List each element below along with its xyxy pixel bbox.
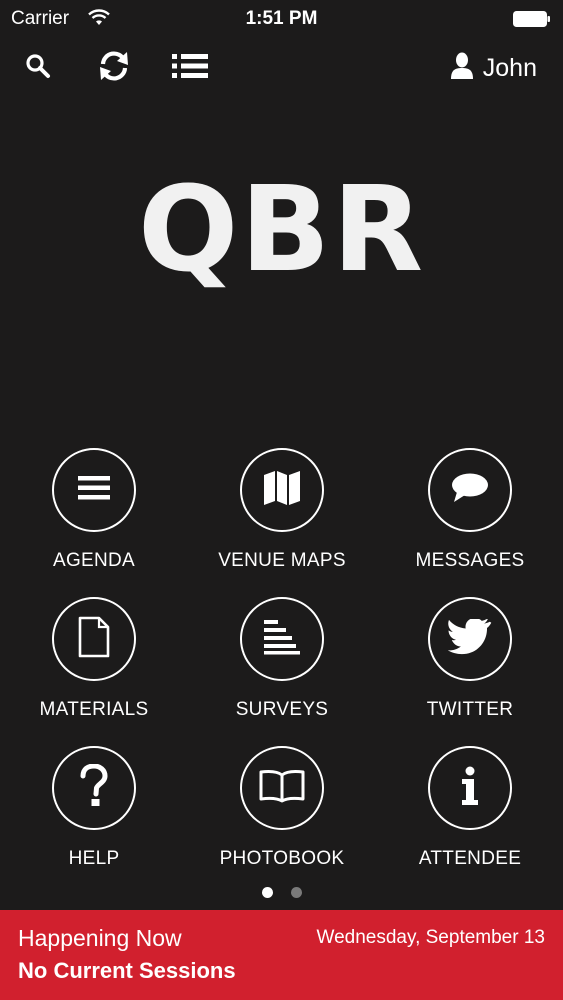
user-name: John (482, 53, 537, 82)
document-icon (78, 616, 110, 663)
search-button[interactable] (18, 50, 58, 86)
page-dot-1[interactable] (261, 887, 273, 898)
tile-venue-maps[interactable]: VENUE MAPS (188, 448, 376, 588)
tile-label: TWITTER (426, 699, 514, 720)
surveys-circle (240, 597, 324, 681)
map-icon (263, 470, 301, 511)
page-indicator[interactable] (0, 887, 563, 898)
tile-label: MATERIALS (39, 699, 149, 720)
tile-attendee[interactable]: ATTENDEE (376, 746, 563, 886)
venue-maps-circle (240, 448, 324, 532)
tile-label: ATTENDEE (418, 848, 522, 869)
tile-label: VENUE MAPS (218, 550, 346, 571)
tile-photobook[interactable]: PHOTOBOOK (188, 746, 376, 886)
question-icon (79, 762, 109, 813)
menu-list-button[interactable] (170, 50, 210, 86)
materials-circle (52, 597, 136, 681)
top-toolbar: John (0, 44, 563, 92)
tile-agenda[interactable]: AGENDA (0, 448, 188, 588)
clock: 1:51 PM (245, 8, 318, 29)
messages-circle (428, 448, 512, 532)
tile-surveys[interactable]: SURVEYS (188, 597, 376, 737)
search-icon (24, 52, 52, 85)
info-person-icon (459, 766, 481, 811)
refresh-button[interactable] (94, 50, 134, 86)
banner-date: Wednesday, September 13 (316, 927, 546, 948)
tile-label: MESSAGES (415, 550, 525, 571)
twitter-circle (428, 597, 512, 681)
book-icon (259, 769, 305, 808)
tile-label: AGENDA (52, 550, 136, 571)
happening-now-banner[interactable]: Happening Now Wednesday, September 13 No… (0, 910, 563, 1000)
happening-now-heading: Happening Now (18, 925, 182, 951)
user-profile-button[interactable]: John (450, 52, 537, 85)
tile-label: PHOTOBOOK (219, 848, 345, 869)
tile-label: HELP (68, 848, 120, 869)
tile-messages[interactable]: MESSAGES (376, 448, 563, 588)
refresh-icon (96, 50, 132, 87)
attendee-circle (428, 746, 512, 830)
list-icon (171, 52, 209, 85)
tile-twitter[interactable]: TWITTER (376, 597, 563, 737)
photobook-circle (240, 746, 324, 830)
twitter-bird-icon (447, 617, 492, 660)
agenda-list-icon (77, 475, 111, 506)
app-logo: QBR (137, 160, 426, 298)
tile-label: SURVEYS (235, 699, 329, 720)
survey-icon (263, 619, 301, 660)
tile-materials[interactable]: MATERIALS (0, 597, 188, 737)
agenda-circle (52, 448, 136, 532)
no-sessions-text: No Current Sessions (18, 958, 236, 983)
help-circle (52, 746, 136, 830)
battery-icon (513, 11, 550, 27)
chat-bubble-icon (450, 472, 490, 509)
user-icon (450, 52, 473, 85)
tile-help[interactable]: HELP (0, 746, 188, 886)
status-bar: Carrier 1:51 PM (0, 0, 563, 40)
page-dot-2[interactable] (290, 887, 302, 898)
